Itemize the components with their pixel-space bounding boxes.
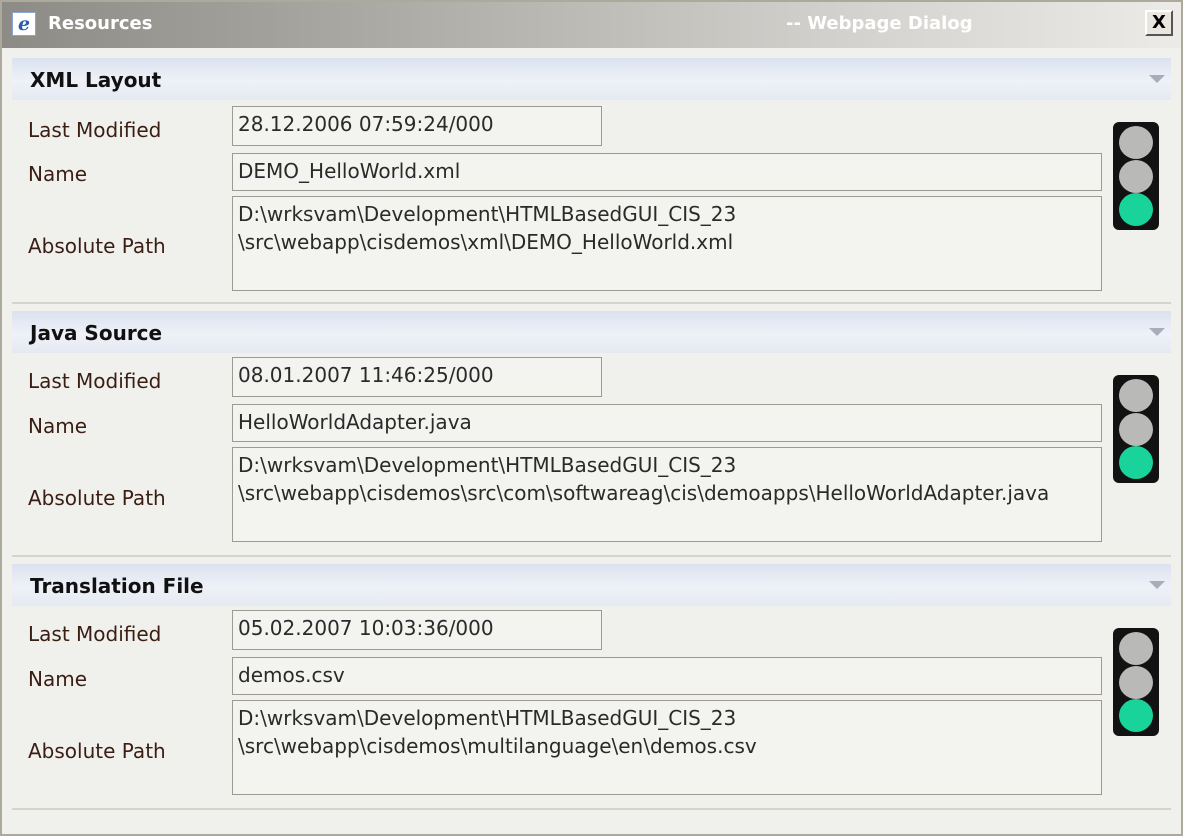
- section-title: XML Layout: [30, 68, 162, 92]
- section-header[interactable]: XML Layout: [12, 58, 1171, 100]
- absolute-path-label: Absolute Path: [28, 739, 166, 763]
- absolute-path-label: Absolute Path: [28, 234, 166, 258]
- name-label: Name: [28, 667, 88, 691]
- red-light-icon: [1119, 126, 1153, 159]
- collapse-arrow-icon[interactable]: [1149, 75, 1165, 83]
- status-traffic-light: [1113, 375, 1159, 483]
- collapse-arrow-icon[interactable]: [1149, 328, 1165, 336]
- name-field[interactable]: demos.csv: [232, 657, 1102, 695]
- ie-icon: e: [12, 12, 36, 36]
- green-light-icon: [1119, 446, 1153, 479]
- name-label: Name: [28, 414, 88, 438]
- red-light-icon: [1119, 632, 1153, 665]
- status-traffic-light: [1113, 122, 1159, 230]
- absolute-path-label: Absolute Path: [28, 486, 166, 510]
- last-modified-label: Last Modified: [28, 118, 162, 142]
- name-label: Name: [28, 162, 88, 186]
- dialog-title: Resources: [48, 13, 153, 34]
- name-field[interactable]: DEMO_HelloWorld.xml: [232, 153, 1102, 191]
- section-translation-file: Translation File Last Modified 05.02.200…: [12, 564, 1171, 810]
- yellow-light-icon: [1119, 159, 1153, 193]
- section-title: Java Source: [30, 321, 163, 345]
- absolute-path-field[interactable]: D:\wrksvam\Development\HTMLBasedGUI_CIS_…: [232, 447, 1102, 542]
- last-modified-label: Last Modified: [28, 622, 162, 646]
- section-header[interactable]: Java Source: [12, 311, 1171, 353]
- last-modified-field[interactable]: 08.01.2007 11:46:25/000: [232, 357, 602, 397]
- green-light-icon: [1119, 193, 1153, 226]
- collapse-arrow-icon[interactable]: [1149, 581, 1165, 589]
- red-light-icon: [1119, 379, 1153, 412]
- close-button[interactable]: X: [1145, 10, 1173, 36]
- green-light-icon: [1119, 699, 1153, 732]
- last-modified-label: Last Modified: [28, 369, 162, 393]
- absolute-path-field[interactable]: D:\wrksvam\Development\HTMLBasedGUI_CIS_…: [232, 196, 1102, 291]
- last-modified-field[interactable]: 05.02.2007 10:03:36/000: [232, 610, 602, 650]
- absolute-path-field[interactable]: D:\wrksvam\Development\HTMLBasedGUI_CIS_…: [232, 700, 1102, 795]
- name-field[interactable]: HelloWorldAdapter.java: [232, 404, 1102, 442]
- yellow-light-icon: [1119, 412, 1153, 446]
- title-bar[interactable]: e Resources -- Webpage Dialog X: [2, 2, 1181, 48]
- dialog-title-suffix: -- Webpage Dialog: [786, 13, 973, 34]
- status-traffic-light: [1113, 628, 1159, 736]
- section-title: Translation File: [30, 574, 204, 598]
- last-modified-field[interactable]: 28.12.2006 07:59:24/000: [232, 106, 602, 146]
- yellow-light-icon: [1119, 665, 1153, 699]
- section-header[interactable]: Translation File: [12, 564, 1171, 606]
- resources-dialog: e Resources -- Webpage Dialog X XML Layo…: [0, 0, 1183, 836]
- section-java-source: Java Source Last Modified 08.01.2007 11:…: [12, 311, 1171, 557]
- section-xml-layout: XML Layout Last Modified 28.12.2006 07:5…: [12, 58, 1171, 304]
